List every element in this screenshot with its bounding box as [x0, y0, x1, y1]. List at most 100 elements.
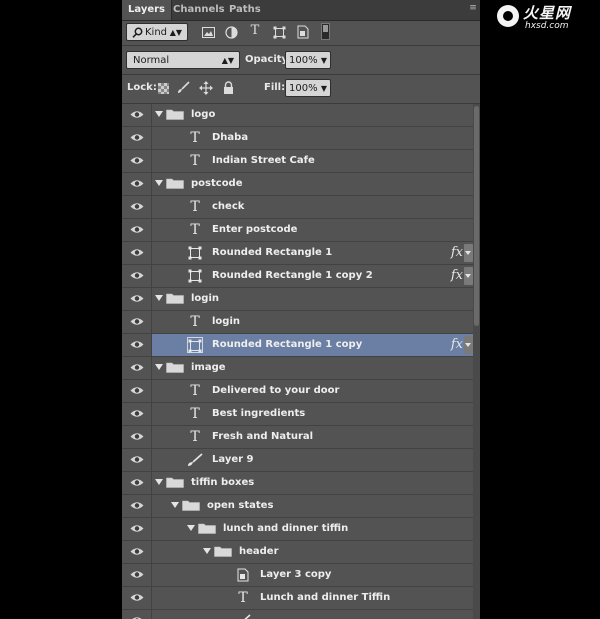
layer-name[interactable]: open states — [207, 495, 273, 517]
effects-expand-icon[interactable] — [464, 336, 473, 354]
scrollbar-thumb[interactable] — [474, 106, 479, 326]
visibility-toggle[interactable] — [122, 449, 152, 471]
visibility-toggle[interactable] — [122, 265, 152, 287]
layer-row[interactable]: Tlogin — [122, 311, 473, 334]
visibility-toggle[interactable] — [122, 150, 152, 172]
visibility-toggle[interactable] — [122, 541, 152, 563]
effects-expand-icon[interactable] — [464, 267, 473, 285]
layer-name[interactable]: logo — [191, 104, 215, 126]
layer-group-row[interactable]: login — [122, 288, 473, 311]
layer-name[interactable]: Indian Street Cafe — [212, 150, 315, 172]
blend-mode-select[interactable]: Normal ▲▼ — [126, 51, 240, 69]
layer-effects-icon[interactable]: fx — [451, 337, 463, 353]
layer-name[interactable]: login — [191, 288, 219, 310]
layer-row[interactable]: Layer 3 copy — [122, 564, 473, 587]
lock-all-icon[interactable] — [223, 81, 234, 94]
layer-effects-icon[interactable]: fx — [451, 245, 463, 261]
layer-name[interactable]: image — [191, 357, 226, 379]
visibility-toggle[interactable] — [122, 311, 152, 333]
layer-row[interactable]: T Delivered to your door — [122, 380, 473, 403]
layer-row[interactable]: T Fresh and Natural — [122, 426, 473, 449]
visibility-toggle[interactable] — [122, 495, 152, 517]
layer-group-row[interactable]: postcode — [122, 173, 473, 196]
shape-filter-icon[interactable] — [273, 26, 286, 39]
layer-name[interactable]: Rounded Rectangle 1 — [212, 242, 332, 264]
visibility-toggle[interactable] — [122, 127, 152, 149]
chevron-down-icon[interactable]: ▼ — [321, 52, 327, 70]
layer-row[interactable]: Rounded Rectangle 1 copy 2 fx — [122, 265, 473, 288]
visibility-toggle[interactable] — [122, 472, 152, 494]
layer-name[interactable]: tiffin boxes — [191, 472, 254, 494]
lock-transparent-icon[interactable] — [158, 83, 169, 94]
layer-row[interactable]: T Dhaba — [122, 127, 473, 150]
smart-object-filter-icon[interactable] — [297, 25, 309, 39]
layer-name[interactable]: Delivered to your door — [212, 380, 339, 402]
type-filter-icon[interactable]: T — [248, 23, 262, 39]
visibility-toggle[interactable] — [122, 219, 152, 241]
tab-paths[interactable]: Paths — [223, 0, 267, 20]
kind-filter-select[interactable]: Kind ▲▼ — [126, 23, 188, 41]
layer-name[interactable]: postcode — [191, 173, 243, 195]
visibility-toggle[interactable] — [122, 564, 152, 586]
visibility-toggle[interactable] — [122, 518, 152, 540]
filter-toggle-switch[interactable] — [321, 23, 330, 40]
lock-position-icon[interactable] — [199, 81, 213, 95]
layer-group-row[interactable]: lunch and dinner tiffin — [122, 518, 473, 541]
visibility-toggle[interactable] — [122, 173, 152, 195]
layer-name[interactable]: Layer 9 — [212, 449, 253, 471]
layer-row[interactable]: Rounded Rectangle 1 fx — [122, 242, 473, 265]
layer-row[interactable]: Rounded Rectangle 1 copy fx — [122, 334, 473, 357]
visibility-toggle[interactable] — [122, 104, 152, 126]
layer-name[interactable]: Dhaba — [212, 127, 248, 149]
layer-name[interactable]: lunch and dinner tiffin — [223, 518, 348, 540]
layer-name[interactable]: Fresh and Natural — [212, 426, 313, 448]
visibility-toggle[interactable] — [122, 587, 152, 609]
adjustment-filter-icon[interactable] — [225, 26, 238, 39]
panel-menu-icon[interactable]: ≡ — [468, 2, 478, 14]
layer-name[interactable]: login — [212, 311, 240, 333]
layer-row[interactable]: T Enter postcode — [122, 219, 473, 242]
expand-arrow-icon[interactable] — [171, 502, 179, 508]
layer-group-row[interactable]: tiffin boxes — [122, 472, 473, 495]
tab-channels[interactable]: Channels — [167, 0, 231, 20]
layer-name[interactable]: Best ingredients — [212, 403, 305, 425]
layer-row[interactable] — [122, 610, 473, 619]
lock-image-icon[interactable] — [177, 81, 190, 94]
opacity-field[interactable]: 100% ▼ — [285, 51, 331, 69]
visibility-toggle[interactable] — [122, 610, 152, 619]
visibility-toggle[interactable] — [122, 196, 152, 218]
layer-group-row[interactable]: image — [122, 357, 473, 380]
effects-expand-icon[interactable] — [464, 244, 473, 262]
tab-layers[interactable]: Layers — [122, 0, 172, 20]
layer-name[interactable]: Rounded Rectangle 1 copy — [212, 334, 362, 356]
layer-name[interactable]: header — [239, 541, 279, 563]
expand-arrow-icon[interactable] — [155, 295, 163, 301]
layer-name[interactable]: check — [212, 196, 244, 218]
layer-row[interactable]: T Best ingredients — [122, 403, 473, 426]
expand-arrow-icon[interactable] — [155, 180, 163, 186]
visibility-toggle[interactable] — [122, 380, 152, 402]
layer-row[interactable]: T Indian Street Cafe — [122, 150, 473, 173]
layer-row[interactable]: Layer 9 — [122, 449, 473, 472]
layer-group-row[interactable]: open states — [122, 495, 473, 518]
layer-name[interactable]: Lunch and dinner Tiffin — [260, 587, 390, 609]
layer-row[interactable]: T Lunch and dinner Tiffin — [122, 587, 473, 610]
layer-name[interactable]: Rounded Rectangle 1 copy 2 — [212, 265, 373, 287]
layer-name[interactable]: Enter postcode — [212, 219, 297, 241]
layer-row[interactable]: Tcheck — [122, 196, 473, 219]
visibility-toggle[interactable] — [122, 403, 152, 425]
layer-name[interactable]: Layer 3 copy — [260, 564, 331, 586]
expand-arrow-icon[interactable] — [155, 364, 163, 370]
visibility-toggle[interactable] — [122, 426, 152, 448]
visibility-toggle[interactable] — [122, 242, 152, 264]
expand-arrow-icon[interactable] — [155, 479, 163, 485]
layer-group-row[interactable]: logo — [122, 104, 473, 127]
layers-scrollbar[interactable] — [473, 104, 480, 619]
layer-effects-icon[interactable]: fx — [451, 268, 463, 284]
expand-arrow-icon[interactable] — [155, 111, 163, 117]
expand-arrow-icon[interactable] — [203, 548, 211, 554]
visibility-toggle[interactable] — [122, 357, 152, 379]
visibility-toggle[interactable] — [122, 288, 152, 310]
visibility-toggle[interactable] — [122, 334, 152, 356]
chevron-down-icon[interactable]: ▼ — [321, 80, 327, 98]
